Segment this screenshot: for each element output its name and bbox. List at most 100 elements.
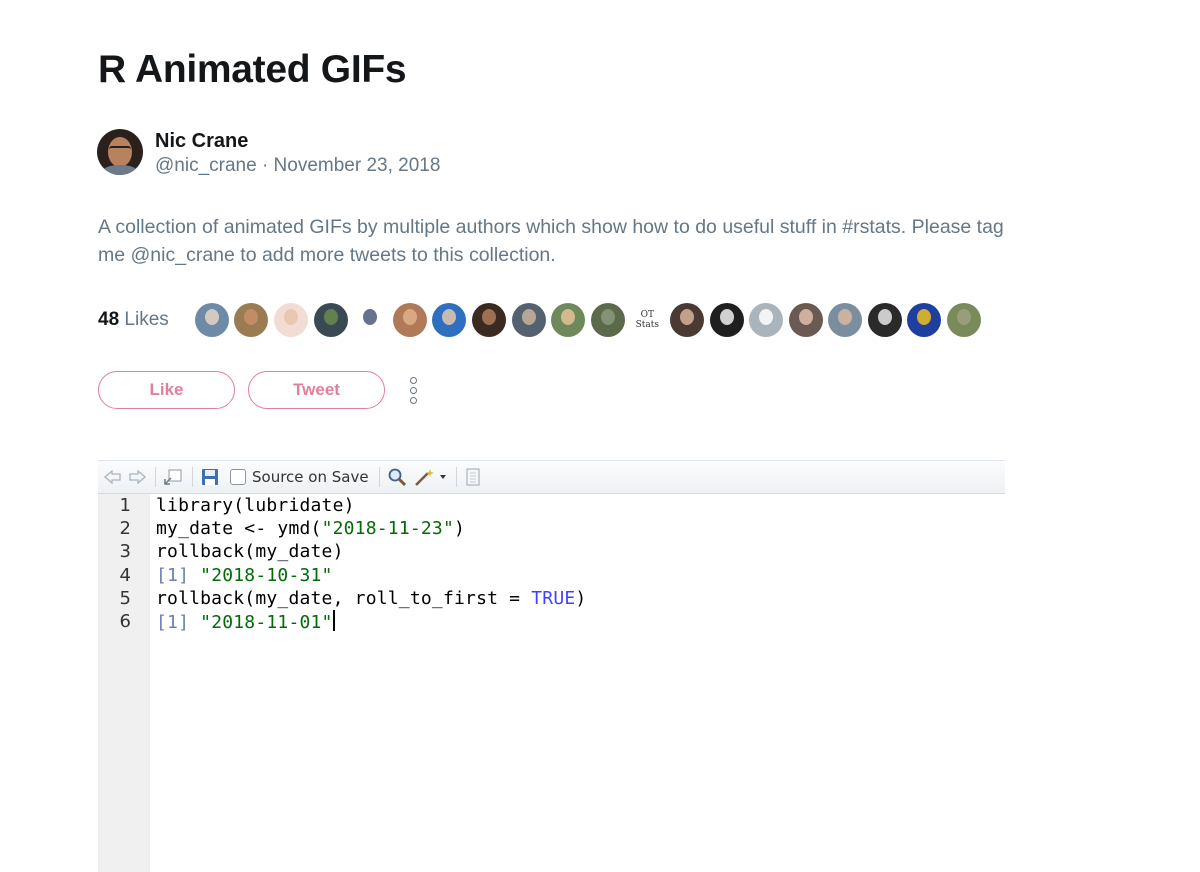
keyword-token: TRUE xyxy=(531,587,576,609)
likes-label: Likes xyxy=(124,309,169,330)
liker-avatar[interactable] xyxy=(234,303,269,337)
avatar-text: Stats xyxy=(635,320,659,330)
line-number: 4 xyxy=(119,564,131,586)
liker-avatar[interactable] xyxy=(471,303,506,337)
toolbar-divider xyxy=(378,467,380,487)
code-text: [1] "2018-10-31" xyxy=(150,565,333,586)
liker-avatar[interactable] xyxy=(590,303,625,337)
code-line: 1 library(lubridate) xyxy=(98,494,1005,517)
output-index-token: [1] xyxy=(156,564,201,586)
liker-avatar[interactable] xyxy=(353,303,388,337)
liker-avatar[interactable] xyxy=(551,303,586,337)
avatar-face xyxy=(838,309,853,325)
avatar-face xyxy=(402,309,417,325)
source-on-save-checkbox[interactable] xyxy=(230,469,246,485)
liker-avatar-text[interactable]: OT Stats xyxy=(630,303,665,337)
liker-avatar[interactable] xyxy=(432,303,467,337)
avatar-face xyxy=(957,309,972,325)
code-line: 2 my_date <- ymd("2018-11-23") xyxy=(98,517,1005,540)
code-editor-screenshot: Source on Save 1 library(lubridate) 2 my… xyxy=(98,460,1005,872)
toolbar-divider xyxy=(455,467,457,487)
avatar-face xyxy=(759,309,774,325)
like-button[interactable]: Like xyxy=(98,371,235,409)
search-icon[interactable] xyxy=(387,466,407,488)
code-text: rollback(my_date) xyxy=(156,541,344,563)
liker-avatar[interactable] xyxy=(749,303,784,337)
avatar-face xyxy=(600,309,615,325)
liker-avatar[interactable] xyxy=(273,303,308,337)
code-line: 4 [1] "2018-10-31" xyxy=(98,564,1005,587)
source-on-save-label: Source on Save xyxy=(252,468,369,486)
avatar-text: OT xyxy=(640,310,654,320)
dot xyxy=(410,386,417,394)
action-bar: Like Tweet xyxy=(98,371,417,409)
code-token: ) xyxy=(575,587,587,609)
avatar-face xyxy=(244,309,259,325)
line-number: 5 xyxy=(119,587,131,609)
avatar-face xyxy=(481,309,496,325)
avatar-face xyxy=(679,309,694,325)
avatar-face xyxy=(521,309,536,325)
dot xyxy=(410,376,417,384)
code-token: rollback(my_date, roll_to_first = xyxy=(156,587,532,609)
more-options-icon[interactable] xyxy=(410,376,417,404)
forward-arrow-icon[interactable] xyxy=(128,466,146,488)
liker-avatar[interactable] xyxy=(709,303,744,337)
code-text: rollback(my_date, roll_to_first = TRUE) xyxy=(150,588,586,609)
avatar-face xyxy=(283,309,298,325)
toolbar-divider xyxy=(192,467,193,487)
avatar-face xyxy=(442,309,457,325)
code-text: library(lubridate) xyxy=(156,495,355,517)
line-number: 6 xyxy=(119,611,131,633)
liker-avatar[interactable] xyxy=(867,303,902,337)
avatar-face xyxy=(561,309,576,325)
code-line: 3 rollback(my_date) xyxy=(98,540,1005,563)
text-cursor xyxy=(332,610,335,632)
string-token: "2018-11-01" xyxy=(200,612,333,634)
code-line: 6 [1] "2018-11-01" xyxy=(98,610,1005,633)
liker-avatars: OT Stats xyxy=(194,303,987,337)
line-number: 2 xyxy=(119,518,131,540)
line-number: 1 xyxy=(119,495,131,517)
likes-row: 48 Likes OT Stats xyxy=(98,302,987,338)
avatar-face xyxy=(917,309,932,325)
author-block: Nic Crane @nic_crane · November 23, 2018 xyxy=(97,129,440,177)
back-arrow-icon[interactable] xyxy=(104,466,122,488)
code-text: [1] "2018-11-01" xyxy=(150,610,335,633)
code-text: my_date <- ymd("2018-11-23") xyxy=(150,518,465,539)
likes-count[interactable]: 48 Likes xyxy=(98,309,169,331)
code-area[interactable]: 1 library(lubridate) 2 my_date <- ymd("2… xyxy=(98,494,1005,633)
code-line: 5 rollback(my_date, roll_to_first = TRUE… xyxy=(98,587,1005,610)
avatar-face xyxy=(877,309,892,325)
magic-wand-icon[interactable] xyxy=(413,466,437,488)
liker-avatar[interactable] xyxy=(313,303,348,337)
liker-avatar[interactable] xyxy=(788,303,823,337)
toolbar-divider xyxy=(155,467,156,487)
chevron-down-icon[interactable] xyxy=(439,466,447,488)
author-name[interactable]: Nic Crane xyxy=(155,130,440,152)
string-token: "2018-11-23" xyxy=(321,518,455,540)
compile-report-icon[interactable] xyxy=(464,466,482,488)
dot xyxy=(410,396,417,404)
likes-number: 48 xyxy=(98,309,120,330)
avatar-face xyxy=(204,309,219,325)
liker-avatar[interactable] xyxy=(907,303,942,337)
show-in-window-icon[interactable] xyxy=(163,466,183,488)
liker-avatar[interactable] xyxy=(194,303,229,337)
avatar-face xyxy=(798,309,813,325)
liker-avatar[interactable] xyxy=(392,303,427,337)
liker-avatar[interactable] xyxy=(511,303,546,337)
line-number: 3 xyxy=(119,541,131,563)
author-text: Nic Crane @nic_crane · November 23, 2018 xyxy=(155,129,440,177)
output-index-token: [1] xyxy=(156,612,201,634)
code-token: my_date <- ymd( xyxy=(156,518,322,540)
author-avatar[interactable] xyxy=(97,129,143,175)
liker-avatar[interactable] xyxy=(828,303,863,337)
tweet-button[interactable]: Tweet xyxy=(248,371,385,409)
liker-avatar[interactable] xyxy=(947,303,982,337)
save-icon[interactable] xyxy=(200,466,220,488)
avatar-glasses xyxy=(109,146,131,154)
liker-avatar[interactable] xyxy=(669,303,704,337)
editor-toolbar: Source on Save xyxy=(98,461,1005,494)
avatar-face xyxy=(363,309,378,325)
